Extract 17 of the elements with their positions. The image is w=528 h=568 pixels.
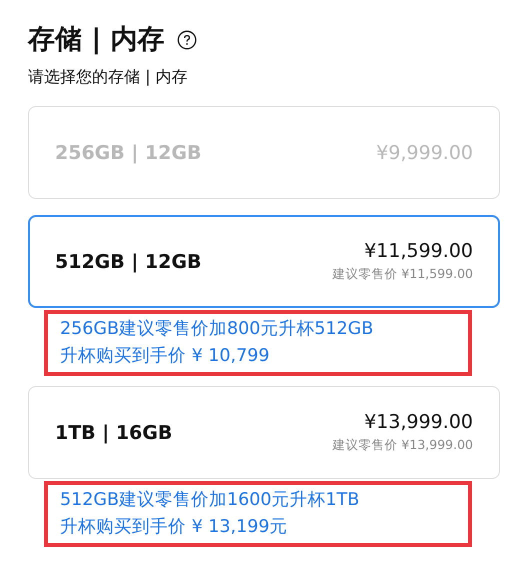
option-label: 1TB | 16GB: [55, 422, 172, 444]
promo-text: 512GB建议零售价加1600元升杯1TB: [60, 489, 360, 512]
promo-text: 升杯购买到手价 ¥ 13,199元: [60, 516, 288, 539]
option-price: ¥11,599.00: [364, 240, 473, 262]
promo-text: 升杯购买到手价 ¥ 10,799: [60, 345, 270, 368]
section-title: 存储 | 内存: [28, 23, 165, 57]
option-price: ¥13,999.00: [364, 411, 473, 433]
option-label: 256GB | 12GB: [55, 142, 202, 164]
promo-text: 256GB建议零售价加800元升杯512GB: [60, 318, 374, 341]
option-label: 512GB | 12GB: [55, 250, 202, 272]
option-card[interactable]: 512GB | 12GB ¥11,599.00 建议零售价 ¥11,599.00: [28, 215, 500, 308]
option-card[interactable]: 1TB | 16GB ¥13,999.00 建议零售价 ¥13,999.00: [28, 386, 500, 479]
retail-price-note: 建议零售价 ¥11,599.00: [332, 266, 473, 283]
option-price: ¥9,999.00: [376, 142, 473, 164]
section-subtitle: 请选择您的存储 | 内存: [28, 66, 189, 88]
help-icon[interactable]: [176, 30, 197, 50]
retail-price-note: 建议零售价 ¥13,999.00: [332, 437, 473, 454]
